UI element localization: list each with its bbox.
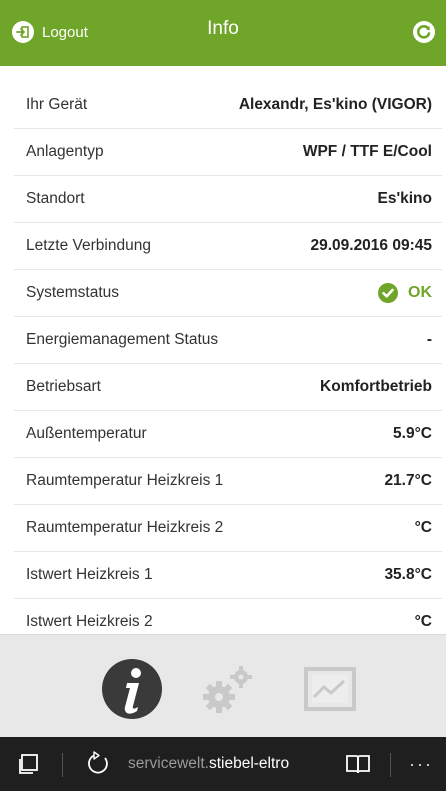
refresh-icon[interactable] [412,20,436,44]
info-label: Energiemanagement Status [26,331,219,348]
info-row-room-temp-circuit-1: Raumtemperatur Heizkreis 1 21.7°C [14,458,442,505]
info-value: 5.9°C [393,425,432,442]
info-value: Komfortbetrieb [320,378,432,395]
url-domain: stiebel-eltro [208,755,290,772]
url-prefix: servicewelt. [128,755,209,772]
check-circle-icon [378,283,398,303]
info-row-location: Standort Es'kino [14,176,442,223]
browser-toolbar: servicewelt. stiebel-eltro ··· [0,737,446,791]
info-row-operating-mode: Betriebsart Komfortbetrieb [14,364,442,411]
app-bottom-nav [0,634,446,738]
info-value: 29.09.2016 09:45 [310,237,432,254]
tabs-icon[interactable] [14,737,44,791]
chart-icon[interactable] [298,657,362,721]
info-icon[interactable] [100,657,164,721]
info-row-actual-circuit-1: Istwert Heizkreis 1 35.8°C [14,552,442,599]
info-value: 21.7°C [384,472,432,489]
info-value: 35.8°C [384,566,432,583]
info-label: Systemstatus [26,284,120,301]
info-value: °C [414,519,432,536]
more-options-icon[interactable]: ··· [404,737,438,791]
info-row-device: Ihr Gerät Alexandr, Es'kino (VIGOR) [14,82,442,129]
info-value: - [426,331,432,348]
settings-gears-icon[interactable] [197,657,261,721]
info-label: Raumtemperatur Heizkreis 1 [26,472,224,489]
page-title: Info [207,18,239,39]
app-header: Logout Info [0,0,446,66]
info-label: Raumtemperatur Heizkreis 2 [26,519,224,536]
info-label: Standort [26,190,85,207]
info-row-outdoor-temperature: Außentemperatur 5.9°C [14,411,442,458]
info-row-system-status: Systemstatus OK [14,270,442,317]
device-info-list: Ihr Gerät Alexandr, Es'kino (VIGOR) Anla… [14,82,442,646]
info-value: °C [414,613,432,630]
info-label: Istwert Heizkreis 1 [26,566,153,583]
info-value: WPF / TTF E/Cool [302,143,432,160]
address-bar[interactable]: servicewelt. stiebel-eltro [128,737,348,791]
info-label: Betriebsart [26,378,101,395]
info-label: Letzte Verbindung [26,237,151,254]
reload-icon[interactable] [78,737,118,791]
info-value: Alexandr, Es'kino (VIGOR) [238,96,432,113]
status-badge: OK [378,283,442,303]
info-row-last-connection: Letzte Verbindung 29.09.2016 09:45 [14,223,442,270]
toolbar-divider [390,753,391,777]
info-label: Außentemperatur [26,425,147,442]
info-label: Anlagentyp [26,143,104,160]
info-row-energy-management: Energiemanagement Status - [14,317,442,364]
info-label: Istwert Heizkreis 2 [26,613,153,630]
toolbar-divider [62,753,63,777]
info-value: Es'kino [377,190,432,207]
info-row-system-type: Anlagentyp WPF / TTF E/Cool [14,129,442,176]
reading-view-icon[interactable] [340,737,376,791]
info-row-room-temp-circuit-2: Raumtemperatur Heizkreis 2 °C [14,505,442,552]
info-label: Ihr Gerät [26,96,88,113]
status-text: OK [408,284,432,301]
